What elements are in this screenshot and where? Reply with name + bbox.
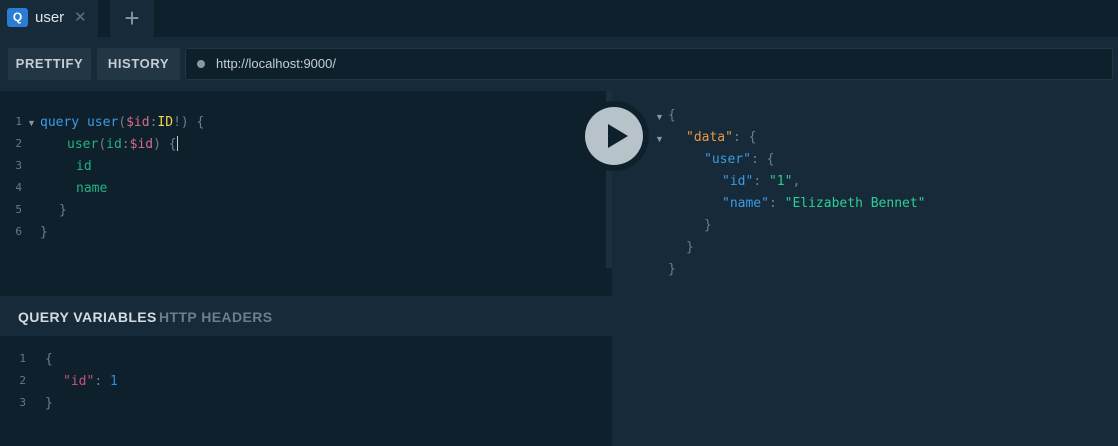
- run-button-face: [585, 107, 643, 165]
- punctuation: ,: [792, 174, 801, 189]
- argument-name: id: [106, 137, 122, 152]
- result-line-user: "user": {: [704, 151, 774, 169]
- json-key: "id": [722, 174, 754, 189]
- json-key: "name": [722, 196, 769, 211]
- keyword: query: [40, 115, 80, 130]
- punctuation: : {: [732, 130, 757, 145]
- punctuation: : {: [750, 152, 775, 167]
- execute-query-button[interactable]: [579, 101, 649, 171]
- type-name: ID: [157, 115, 174, 130]
- punctuation: ): [153, 137, 161, 152]
- line-number: 2: [15, 137, 22, 150]
- variables-panel: QUERY VARIABLES HTTP HEADERS 1 2 3 { "id…: [0, 296, 612, 446]
- json-key: "data": [686, 130, 733, 145]
- line-number: 4: [15, 181, 22, 194]
- play-icon: [608, 124, 628, 148]
- punctuation: :: [121, 137, 130, 152]
- result-panel: ▼ ▼ { "data": { "user": { "id": "1", "na…: [612, 91, 1118, 446]
- variable: $id: [126, 115, 150, 130]
- variable: $id: [129, 137, 154, 152]
- code-line-3: id: [76, 159, 92, 174]
- field-name: user: [67, 137, 99, 152]
- query-editor[interactable]: 1 2 3 4 5 6 ▼ query user($id:ID!) { user…: [0, 91, 612, 296]
- punctuation: (: [118, 115, 127, 130]
- punctuation: (: [98, 137, 107, 152]
- prettify-button[interactable]: PRETTIFY: [8, 48, 91, 80]
- operation-name: user: [86, 115, 119, 130]
- result-line-close: }: [686, 240, 694, 255]
- tab-query-variables[interactable]: QUERY VARIABLES: [18, 309, 157, 325]
- endpoint-url-input[interactable]: http://localhost:9000/: [185, 48, 1113, 80]
- text-cursor: [176, 136, 178, 151]
- line-number: 3: [15, 159, 22, 172]
- line-number: 1: [15, 115, 22, 128]
- tab-bar: Q user ✕ +: [0, 0, 1118, 37]
- fold-arrow-icon[interactable]: ▼: [27, 118, 36, 128]
- tab-http-headers[interactable]: HTTP HEADERS: [159, 309, 272, 325]
- query-badge-icon: Q: [7, 8, 28, 27]
- punctuation: :: [753, 174, 769, 189]
- result-line-id: "id": "1",: [722, 173, 800, 191]
- line-number: 5: [15, 203, 22, 216]
- json-string: "Elizabeth Bennet": [784, 196, 926, 211]
- result-line-open: {: [668, 108, 676, 123]
- punctuation: {: [160, 137, 177, 152]
- punctuation: !): [173, 115, 189, 130]
- punctuation: {: [188, 115, 205, 130]
- line-number: 6: [15, 225, 22, 238]
- code-line-1: query user($id:ID!) {: [40, 114, 204, 132]
- history-button[interactable]: HISTORY: [97, 48, 180, 80]
- add-tab-button[interactable]: +: [110, 0, 154, 37]
- connection-status-icon: [197, 60, 205, 68]
- json-string: "1": [768, 174, 793, 189]
- variables-header: QUERY VARIABLES HTTP HEADERS: [0, 296, 612, 336]
- tab-user[interactable]: Q user ✕: [0, 0, 98, 37]
- close-icon[interactable]: ✕: [74, 8, 87, 26]
- code-line-4: name: [76, 181, 108, 196]
- code-line-6: }: [40, 225, 48, 240]
- result-line-name: "name": "Elizabeth Bennet": [722, 195, 926, 213]
- variables-editor[interactable]: [0, 336, 612, 446]
- json-key: "user": [704, 152, 751, 167]
- code-line-5: }: [59, 203, 67, 218]
- punctuation: :: [768, 196, 785, 211]
- result-line-close: }: [704, 218, 712, 233]
- fold-arrow-icon[interactable]: ▼: [655, 112, 664, 122]
- tab-title: user: [35, 9, 65, 26]
- result-line-data: "data": {: [686, 129, 756, 147]
- result-line-close: }: [668, 262, 676, 277]
- toolbar: PRETTIFY HISTORY http://localhost:9000/: [0, 37, 1118, 91]
- code-line-2: user(id:$id) {: [67, 136, 178, 154]
- fold-arrow-icon[interactable]: ▼: [655, 134, 664, 144]
- endpoint-url-text: http://localhost:9000/: [216, 56, 336, 71]
